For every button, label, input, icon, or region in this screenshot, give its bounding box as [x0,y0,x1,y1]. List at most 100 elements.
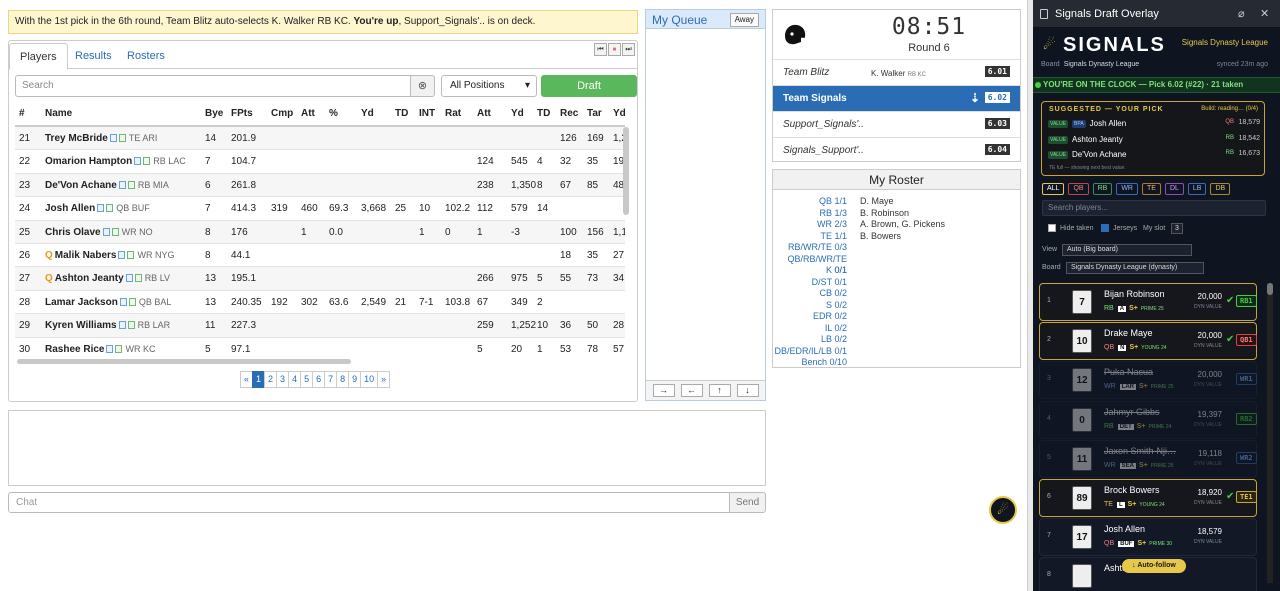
news-icon[interactable] [118,250,126,259]
player-name[interactable]: Josh Allen [45,203,95,214]
suggestion-row[interactable]: VALUE Ashton Jeanty RB 18,542 [1048,135,1260,149]
filter-chip-te[interactable]: TE [1142,183,1161,195]
position-filter-select[interactable]: All Positions [441,75,537,97]
tab-results[interactable]: Results [65,43,122,70]
table-row[interactable]: 23 De'Von Achane RB MIA 6 261.8 238 1,350 8 67 85… [15,173,625,198]
player-name[interactable]: Malik Nabers [55,250,117,261]
auto-follow-button[interactable]: ↓ Auto-follow [1122,559,1186,573]
column-header[interactable]: INT [419,103,435,125]
skip-end-icon[interactable]: ⏭ [622,43,635,56]
column-header[interactable]: Att [477,103,491,125]
my-slot-select[interactable]: 3 [1171,223,1183,234]
filter-chip-db[interactable]: DB [1210,183,1231,195]
view-select[interactable]: Auto (Big board) [1062,244,1192,256]
player-name[interactable]: De'Von Achane [45,180,117,191]
notes-icon[interactable] [106,204,114,213]
jerseys-checkbox[interactable] [1101,224,1109,232]
pick-order-row[interactable]: Support_Signals'.. 6.03 [773,111,1020,137]
news-icon[interactable] [134,157,142,166]
column-header[interactable]: # [19,103,25,125]
player-name[interactable]: Chris Olave [45,227,101,238]
player-name[interactable]: Kyren Williams [45,320,117,331]
notes-icon[interactable] [118,134,126,142]
card-player-name[interactable]: Josh Allen [1104,524,1145,534]
filter-chip-dl[interactable]: DL [1164,183,1184,195]
column-header[interactable]: Name [45,103,72,125]
roster-slot[interactable]: RB 1/3 [773,208,847,219]
roster-slot[interactable]: DB/EDR/IL/LB 0/1 [773,346,847,357]
notes-icon[interactable] [127,250,135,259]
table-row[interactable]: 30 Rashee Rice WR KC 5 97.1 5 20 1 53 78 57 [15,338,625,355]
roster-slot[interactable]: EDR 0/2 [773,311,847,322]
player-cell[interactable]: Q Malik Nabers WR NYG [45,244,174,267]
player-card[interactable]: 2 10 Drake Maye QB N S+ YOUNG 24 20,000 DYN VALU… [1039,322,1257,361]
close-icon[interactable]: ✕ [1260,7,1269,20]
column-header[interactable]: Bye [205,103,223,125]
notes-icon[interactable] [127,180,135,189]
player-name[interactable]: Omarion Hampton [45,156,132,167]
news-icon[interactable] [97,204,105,213]
column-header[interactable]: TD [395,103,408,125]
draft-button[interactable]: Draft [541,75,637,97]
arrow-left-icon[interactable]: ← [680,384,703,397]
roster-slot[interactable]: QB 1/1 [773,196,847,207]
player-cell[interactable]: Kyren Williams RB LAR [45,314,170,337]
player-card[interactable]: 5 11 Jaxon Smith-Nji… WR SEA S+ PRIME 25 19,118… [1039,439,1257,478]
column-header[interactable]: Tar [587,103,602,125]
notes-icon[interactable] [134,274,142,283]
suggestion-row[interactable]: VALUE De'Von Achane RB 16,673 [1048,150,1260,164]
column-header[interactable]: Yd [613,103,625,125]
filter-chip-wr[interactable]: WR [1116,183,1138,195]
player-card[interactable]: 6 89 Brock Bowers TE L S+ YOUNG 24 18,920 DYN VA… [1039,479,1257,517]
table-row[interactable]: 27 Q Ashton Jeanty RB LV 13 195.1 266 975 5 55 73 3… [15,267,625,291]
table-horizontal-scrollbar[interactable] [17,359,351,364]
column-header[interactable]: TD [537,103,550,125]
player-cell[interactable]: Rashee Rice WR KC [45,338,155,355]
filter-chip-all[interactable]: ALL [1042,183,1065,195]
player-cell[interactable]: Josh Allen QB BUF [45,197,150,220]
roster-slot[interactable]: S 0/2 [773,300,847,311]
player-cell[interactable]: Chris Olave WR NO [45,221,153,244]
roster-slot[interactable]: Bench 0/10 [773,357,847,368]
column-header[interactable]: Rec [560,103,578,125]
arrow-down-icon[interactable]: ↓ [736,384,759,397]
player-card[interactable]: 7 17 Josh Allen QB BUF S+ PRIME 30 18,579 DYN VA… [1039,518,1257,557]
pin-off-icon[interactable]: ⌀ [1238,7,1245,20]
rewind-icon[interactable]: ⏮ [594,43,607,56]
table-row[interactable]: 29 Kyren Williams RB LAR 11 227.3 259 1,252 10 3… [15,314,625,338]
card-player-name[interactable]: Bijan Robinson [1104,289,1165,299]
player-card[interactable]: 3 12 Puka Nacua WR LAR S+ PRIME 25 20,000 DYN VA… [1039,361,1257,400]
table-row[interactable]: 28 Lamar Jackson QB BAL 13 240.35 192 302 63.6 2… [15,291,625,315]
column-header[interactable]: Yd [511,103,524,125]
pick-order-row[interactable]: Signals_Support'.. 6.04 [773,137,1020,163]
download-icon[interactable]: ⇣ [970,91,980,105]
clear-search-icon[interactable]: ⊗ [411,75,435,97]
table-row[interactable]: 24 Josh Allen QB BUF 7 414.3 319 460 69.3 3,668 2… [15,197,625,221]
table-row[interactable]: 22 Omarion Hampton RB LAC 7 104.7 124 545 4 32 35… [15,150,625,174]
notes-icon[interactable] [143,157,151,166]
search-input[interactable]: Search [15,75,411,97]
arrow-up-icon[interactable]: ↑ [708,384,731,397]
send-button[interactable]: Send [729,492,766,513]
filter-chip-rb[interactable]: RB [1092,183,1113,195]
table-row[interactable]: 25 Chris Olave WR NO 8 176 1 0.0 1 0 1 -3 100 156 1,1 [15,220,625,244]
roster-slot[interactable]: LB 0/2 [773,334,847,345]
filter-chip-lb[interactable]: LB [1187,183,1207,195]
table-row[interactable]: 21Trey McBrideTE ARI14201.91261691,2 [15,127,625,151]
player-name[interactable]: Trey McBride [45,133,108,144]
news-icon[interactable] [118,180,126,189]
hide-taken-checkbox[interactable] [1048,224,1056,232]
news-icon[interactable] [109,134,117,142]
notes-icon[interactable] [115,344,123,353]
table-vertical-scrollbar[interactable] [623,127,629,215]
filter-chip-qb[interactable]: QB [1068,183,1089,195]
player-cell[interactable]: Omarion Hampton RB LAC [45,150,186,173]
page-button[interactable]: » [377,371,391,388]
card-player-name[interactable]: Drake Maye [1104,328,1153,338]
roster-slot[interactable]: K 0/1 [773,265,847,276]
player-cell[interactable]: Lamar Jackson QB BAL [45,291,171,314]
tab-rosters[interactable]: Rosters [117,43,175,70]
chat-input[interactable]: Chat [8,492,730,513]
pause-icon[interactable]: ⏸ [608,43,621,56]
card-player-name[interactable]: Puka Nacua [1104,367,1153,377]
